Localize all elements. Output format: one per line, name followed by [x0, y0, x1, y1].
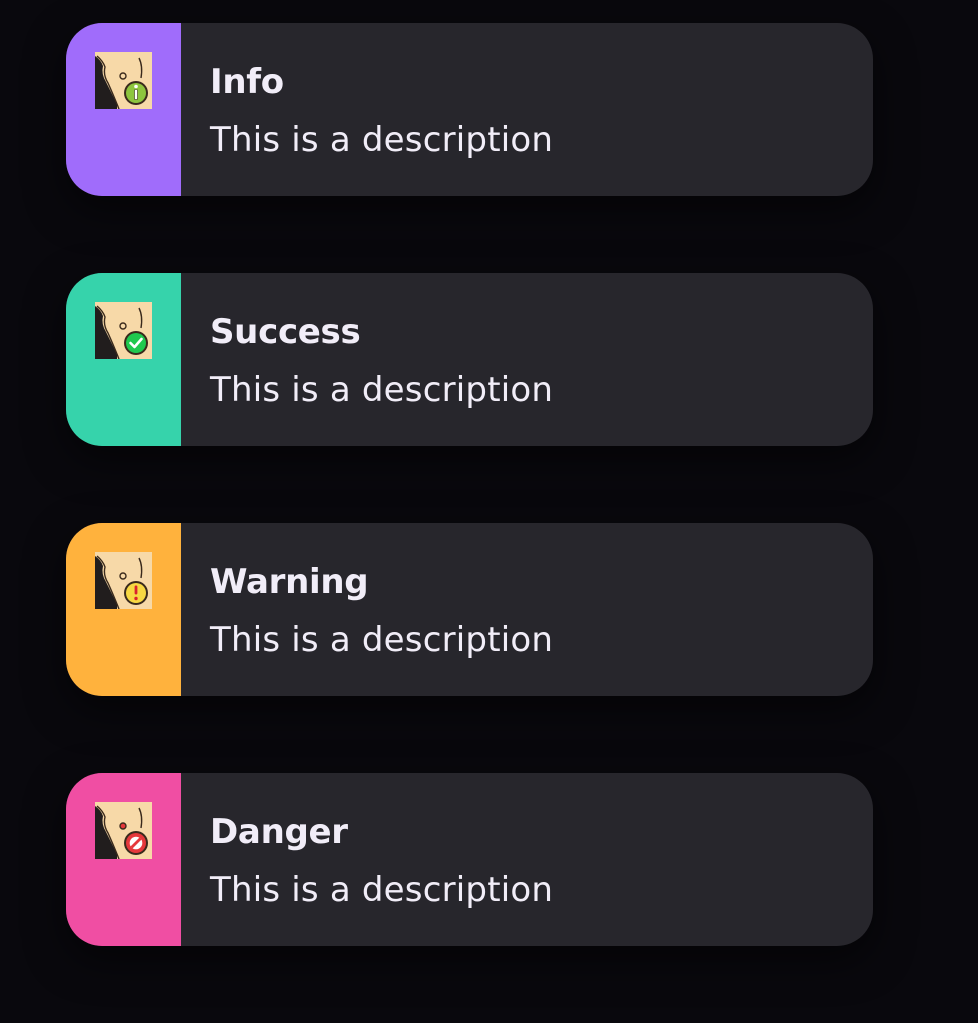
toast-list: Info This is a description Success This …: [66, 23, 873, 1023]
toast-body: Success This is a description: [181, 273, 553, 446]
toast-title: Success: [210, 312, 361, 352]
toast-info[interactable]: Info This is a description: [66, 23, 873, 196]
toast-body: Info This is a description: [181, 23, 553, 196]
toast-description: This is a description: [210, 120, 554, 160]
toast-body: Danger This is a description: [181, 773, 553, 946]
toast-description: This is a description: [210, 870, 554, 910]
toast-accent-strip: [66, 273, 181, 446]
toast-danger[interactable]: Danger This is a description: [66, 773, 873, 946]
toast-accent-strip: [66, 773, 181, 946]
toast-description: This is a description: [210, 620, 554, 660]
check-icon: [95, 302, 152, 359]
toast-accent-strip: [66, 523, 181, 696]
info-icon: [95, 52, 152, 109]
toast-title: Info: [210, 62, 284, 102]
toast-description: This is a description: [210, 370, 554, 410]
toast-warning[interactable]: Warning This is a description: [66, 523, 873, 696]
toast-success[interactable]: Success This is a description: [66, 273, 873, 446]
toast-title: Warning: [210, 562, 369, 602]
toast-accent-strip: [66, 23, 181, 196]
exclamation-icon: [95, 552, 152, 609]
toast-body: Warning This is a description: [181, 523, 553, 696]
toast-title: Danger: [210, 812, 348, 852]
prohibited-icon: [95, 802, 152, 859]
